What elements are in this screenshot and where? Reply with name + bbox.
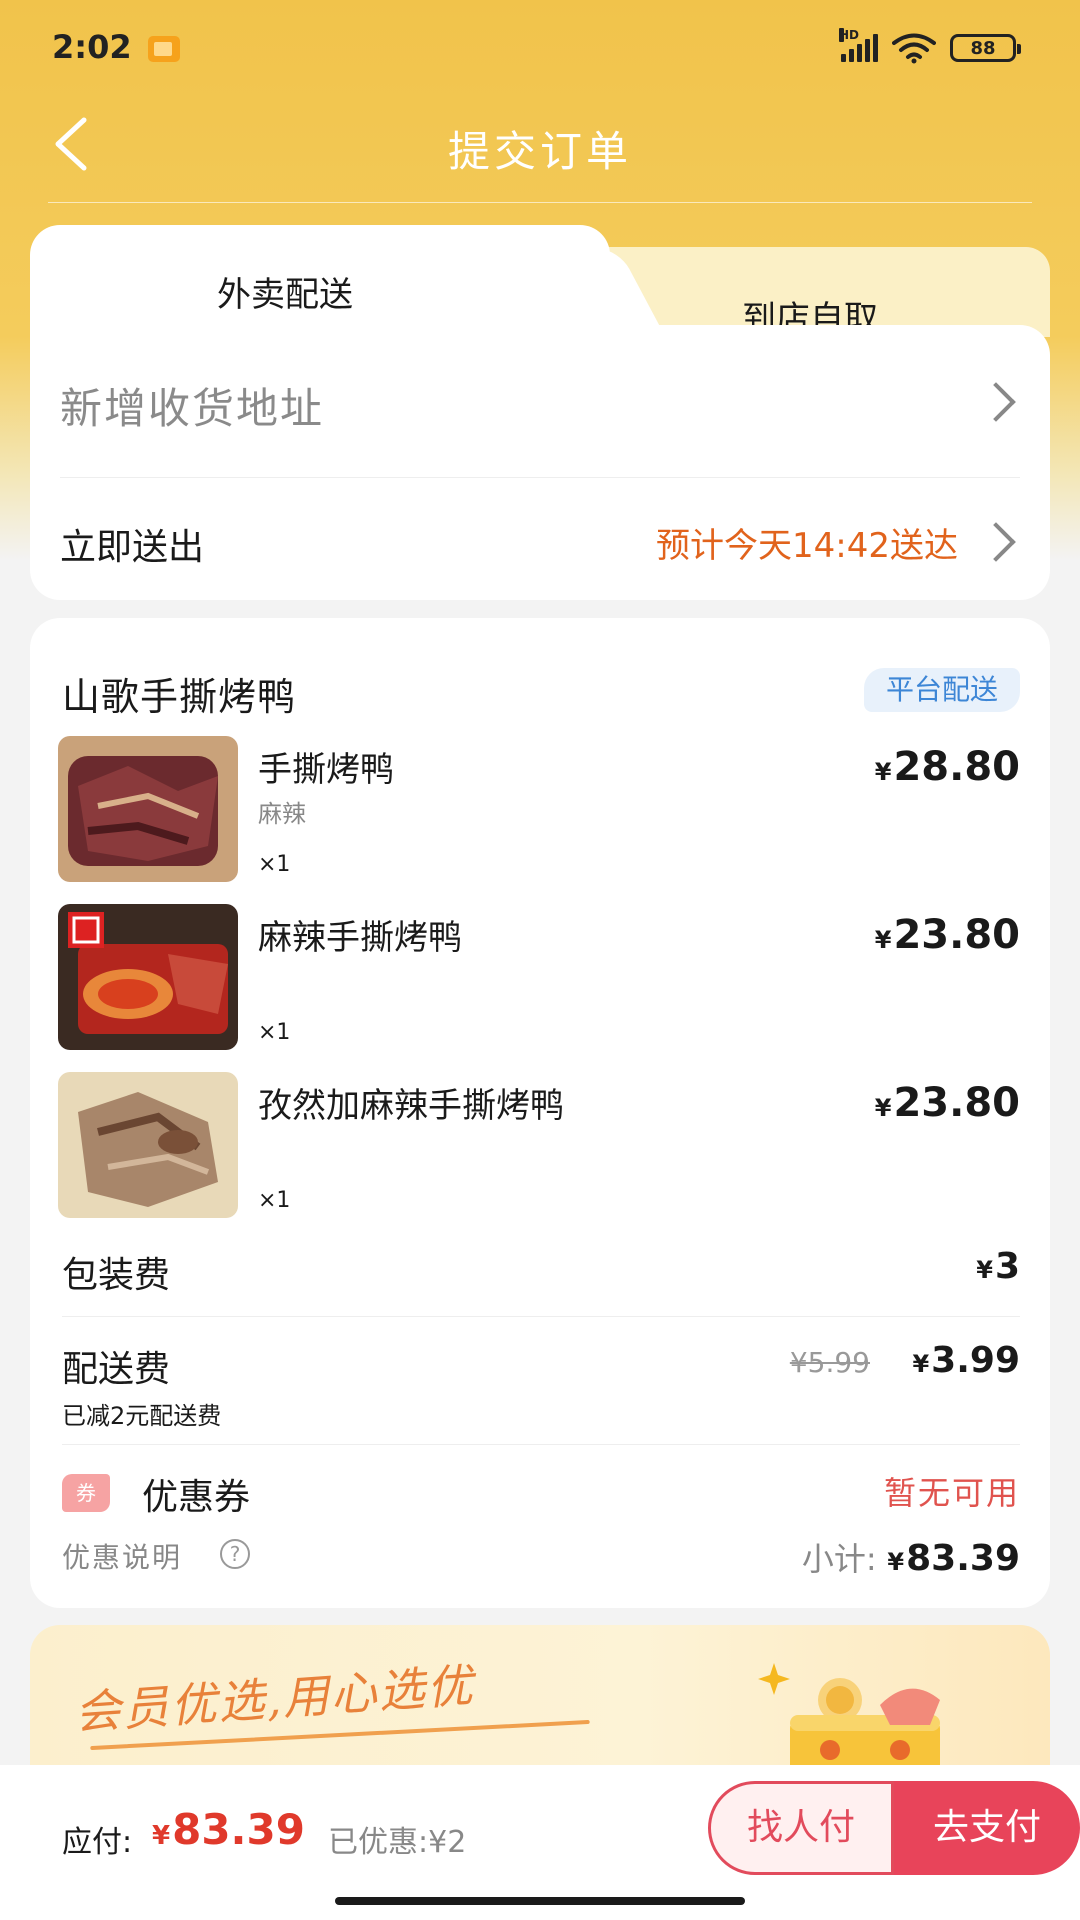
help-icon[interactable]: ? (220, 1539, 250, 1569)
delivery-fee-value: ¥3.99 (912, 1340, 1020, 1381)
find-someone-pay-button[interactable]: 找人付 (708, 1781, 894, 1875)
item-name: 手撕烤鸭 (258, 750, 394, 790)
currency-symbol: ¥ (152, 1821, 171, 1851)
item-price: ¥23.80 (875, 1080, 1020, 1126)
order-item[interactable]: 麻辣手撕烤鸭 ×1 ¥23.80 (58, 904, 1020, 1052)
signal-icon: HD (839, 28, 878, 62)
order-card: 山歌手撕烤鸭 平台配送 手撕烤鸭 麻辣 ×1 ¥28.80 麻辣手撕烤鸭 ×1 … (30, 618, 1050, 1608)
payable-amount: ¥83.39 (152, 1805, 305, 1854)
order-item[interactable]: 手撕烤鸭 麻辣 ×1 ¥28.80 (58, 736, 1020, 884)
item-quantity: ×1 (258, 1020, 291, 1045)
divider (62, 1316, 1020, 1317)
item-quantity: ×1 (258, 1188, 291, 1213)
currency-symbol: ¥ (874, 926, 892, 954)
item-price-value: 23.80 (893, 1080, 1020, 1126)
chevron-right-icon (976, 522, 1016, 562)
send-now-label: 立即送出 (60, 527, 205, 568)
item-image (58, 736, 238, 882)
delivery-fee-original: ¥5.99 (789, 1346, 870, 1379)
packing-fee-value: ¥3 (976, 1246, 1020, 1287)
promo-explanation-label[interactable]: 优惠说明 (62, 1536, 182, 1576)
packing-fee-label: 包装费 (62, 1255, 171, 1296)
delivery-mode-tabs: 到店自取 外卖配送 (30, 225, 1050, 339)
coupon-row[interactable]: 券 优惠券 暂无可用 (62, 1468, 1020, 1522)
item-price-value: 28.80 (893, 744, 1020, 790)
shop-name: 山歌手撕烤鸭 (62, 675, 297, 719)
currency-symbol: ¥ (976, 1256, 993, 1284)
currency-symbol: ¥ (874, 758, 892, 786)
order-item[interactable]: 孜然加麻辣手撕烤鸭 ×1 ¥23.80 (58, 1072, 1020, 1220)
status-bar: 2:02 HD 88 (0, 0, 1080, 100)
nav-divider (48, 202, 1032, 203)
gift-box-illustration (758, 1663, 940, 1765)
coupon-icon: 券 (62, 1474, 110, 1512)
item-price-value: 23.80 (893, 912, 1020, 958)
item-quantity: ×1 (258, 852, 291, 877)
battery-level: 88 (970, 37, 996, 59)
item-name: 孜然加麻辣手撕烤鸭 (258, 1086, 564, 1126)
item-price: ¥28.80 (875, 744, 1020, 790)
packing-fee-row: 包装费 ¥3 (62, 1246, 1020, 1306)
subtotal-value: 83.39 (906, 1538, 1020, 1579)
divider (62, 1444, 1020, 1445)
battery-icon: 88 (950, 34, 1021, 62)
discount-amount: 已优惠:¥2 (328, 1825, 467, 1860)
gallery-notification-icon (148, 36, 180, 62)
tab-delivery-label: 外卖配送 (217, 275, 353, 315)
network-type-label: HD (839, 28, 860, 42)
status-icons: HD 88 (839, 28, 1021, 64)
status-time: 2:02 (52, 28, 132, 66)
subtotal: 小计: ¥83.39 (802, 1534, 1020, 1580)
item-image (58, 1072, 238, 1218)
wifi-icon (892, 33, 936, 64)
item-spec: 麻辣 (258, 800, 306, 828)
packing-fee-amount: 3 (994, 1246, 1020, 1287)
add-address-label: 新增收货地址 (60, 384, 325, 433)
item-name: 麻辣手撕烤鸭 (258, 918, 462, 958)
currency-symbol: ¥ (887, 1548, 905, 1576)
item-image (58, 904, 238, 1050)
payable-value: 83.39 (172, 1805, 305, 1854)
subtotal-row: 优惠说明 ? 小计: ¥83.39 (62, 1536, 1020, 1586)
delivery-fee-row: 配送费 ¥5.99 ¥3.99 已减2元配送费 (62, 1340, 1020, 1440)
delivery-card: 新增收货地址 立即送出 预计今天14:42送达 (30, 325, 1050, 600)
page-title: 提交订单 (447, 127, 632, 176)
delivery-fee-note: 已减2元配送费 (62, 1402, 222, 1430)
platform-delivery-badge: 平台配送 (863, 668, 1020, 712)
payable-label: 应付: (62, 1825, 133, 1860)
tab-delivery[interactable]: 外卖配送 (30, 225, 610, 329)
coupon-label: 优惠券 (142, 1477, 251, 1518)
pay-button[interactable]: 去支付 (894, 1781, 1080, 1875)
member-banner[interactable]: 会员优选,用心选优 (30, 1625, 1050, 1765)
pay-buttons: 找人付 去支付 (708, 1781, 1080, 1875)
eta-label: 预计今天14:42送达 (656, 526, 958, 566)
subtotal-label: 小计: (801, 1540, 877, 1578)
delivery-fee-label: 配送费 (62, 1349, 171, 1390)
currency-symbol: ¥ (912, 1350, 930, 1378)
home-indicator[interactable] (335, 1897, 745, 1905)
item-price: ¥23.80 (875, 912, 1020, 958)
nav-bar: 提交订单 (0, 100, 1080, 204)
coupon-status: 暂无可用 (883, 1474, 1020, 1512)
delivery-time-row[interactable]: 立即送出 预计今天14:42送达 (60, 478, 1020, 600)
delivery-fee-amount: 3.99 (931, 1340, 1020, 1381)
currency-symbol: ¥ (874, 1094, 892, 1122)
add-address-row[interactable]: 新增收货地址 (60, 325, 1020, 478)
chevron-right-icon (976, 382, 1016, 422)
